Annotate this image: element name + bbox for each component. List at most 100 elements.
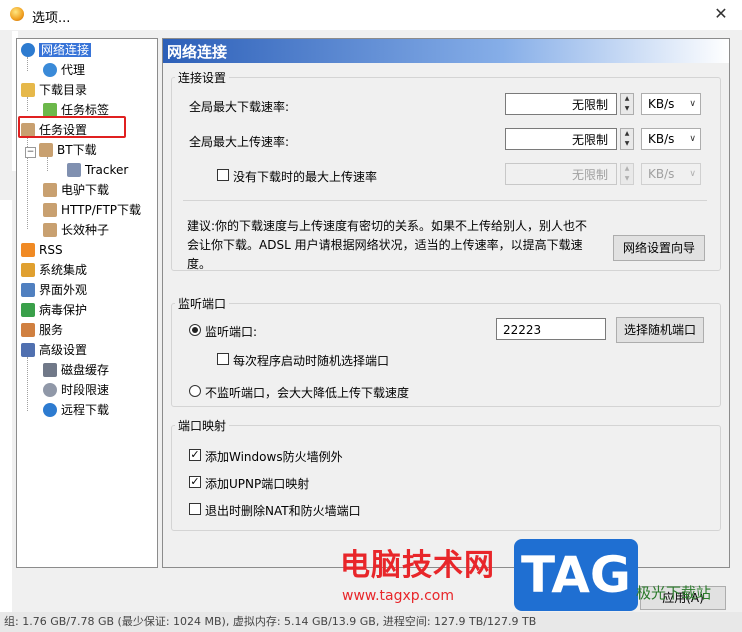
tree-item-disk-cache[interactable]: 磁盘缓存	[43, 361, 109, 379]
max-upload-spinner[interactable]: ▲ ▼	[620, 128, 634, 150]
random-on-start-label: 每次程序启动时随机选择端口	[233, 354, 390, 368]
panel-title: 网络连接	[167, 43, 228, 61]
divider	[183, 200, 707, 201]
app-logo-icon	[10, 7, 24, 21]
spin-up-icon[interactable]: ▲	[621, 164, 633, 174]
tree-item-label: 代理	[61, 63, 86, 77]
tree-item-label: RSS	[39, 243, 63, 257]
listen-port-group-title: 监听端口	[175, 295, 230, 312]
upnp-checkbox[interactable]: ✓	[189, 476, 201, 488]
listen-port-radio[interactable]	[189, 324, 201, 336]
upnp-label: 添加UPNP端口映射	[205, 477, 310, 491]
clock-icon	[43, 383, 57, 397]
settings-panel: 网络连接 连接设置 全局最大下载速率: 无限制 ▲ ▼ KB/s ∨ 全局最大上传速…	[162, 38, 730, 568]
max-download-input[interactable]: 无限制	[505, 93, 617, 115]
tree-item-label: 任务标签	[61, 103, 110, 117]
tree-item-label: 病毒保护	[39, 303, 88, 317]
tag-icon	[43, 103, 57, 117]
tree-item-long-seed[interactable]: 长效种子	[43, 221, 109, 239]
firewall-label: 添加Windows防火墙例外	[205, 450, 343, 464]
tree-item-label: 远程下载	[61, 403, 110, 417]
random-port-button[interactable]: 选择随机端口	[616, 317, 704, 343]
watermark-url: www.tagxp.com	[342, 588, 454, 604]
max-download-spinner[interactable]: ▲ ▼	[620, 93, 634, 115]
tree-item-download-dir[interactable]: 下载目录	[21, 81, 87, 99]
people-icon	[21, 323, 35, 337]
idle-upload-unit-select[interactable]: KB/s ∨	[641, 163, 701, 185]
tree-item-appearance[interactable]: 界面外观	[21, 281, 87, 299]
highlight-box	[18, 116, 126, 138]
advice-text: 建议:你的下载速度与上传速度有密切的关系。如果不上传给别人，别人也不 会让你下载…	[187, 217, 587, 274]
globe-icon	[43, 403, 57, 417]
idle-upload-checkbox[interactable]	[217, 169, 229, 181]
tree-item-label: 长效种子	[61, 223, 110, 237]
clipboard-icon	[39, 143, 53, 157]
tree-item-proxy[interactable]: 代理	[43, 61, 85, 79]
random-on-start-checkbox[interactable]	[217, 353, 229, 365]
max-upload-input[interactable]: 无限制	[505, 128, 617, 150]
spin-down-icon[interactable]: ▼	[621, 139, 633, 149]
close-button[interactable]: ✕	[710, 3, 732, 25]
puzzle-icon	[21, 263, 35, 277]
max-upload-label: 全局最大上传速率:	[189, 135, 290, 149]
tree-item-label: 高级设置	[39, 343, 88, 357]
title-bar: 选项... ✕	[0, 0, 742, 30]
tree-item-emule[interactable]: 电驴下载	[43, 181, 109, 199]
tree-item-virus-protection[interactable]: 病毒保护	[21, 301, 87, 319]
collapse-toggle-icon[interactable]: −	[25, 147, 36, 158]
background-window-strip	[0, 200, 12, 620]
status-bar: 组: 1.76 GB/7.78 GB (最少保证: 1024 MB), 虚拟内存…	[0, 612, 742, 632]
port-mapping-group-title: 端口映射	[175, 417, 230, 434]
tree-connector	[47, 157, 48, 171]
tree-connector	[27, 357, 28, 411]
tree-item-label: 界面外观	[39, 283, 88, 297]
rss-icon	[21, 243, 35, 257]
spin-down-icon[interactable]: ▼	[621, 104, 633, 114]
chevron-down-icon: ∨	[689, 99, 696, 109]
idle-upload-spinner[interactable]: ▲ ▼	[620, 163, 634, 185]
port-input[interactable]: 22223	[496, 318, 606, 340]
spin-up-icon[interactable]: ▲	[621, 129, 633, 139]
tree-item-advanced[interactable]: 高级设置	[21, 341, 87, 359]
window-title: 选项...	[32, 11, 71, 26]
spin-up-icon[interactable]: ▲	[621, 94, 633, 104]
tree-item-system-integration[interactable]: 系统集成	[21, 261, 87, 279]
tree-item-time-limit[interactable]: 时段限速	[43, 381, 109, 399]
remove-nat-label: 退出时删除NAT和防火墙端口	[205, 504, 361, 518]
tree-item-label: 时段限速	[61, 383, 110, 397]
tree-item-rss[interactable]: RSS	[21, 241, 63, 259]
tree-item-label: BT下载	[57, 143, 97, 157]
window-icon	[21, 283, 35, 297]
max-upload-unit-select[interactable]: KB/s ∨	[641, 128, 701, 150]
server-icon	[67, 163, 81, 177]
watermark-tag-logo: TAG	[514, 539, 638, 611]
remove-nat-checkbox[interactable]	[189, 503, 201, 515]
spin-down-icon[interactable]: ▼	[621, 174, 633, 184]
tree-item-service[interactable]: 服务	[21, 321, 63, 339]
tree-item-bt-download[interactable]: − BT下载	[25, 141, 97, 159]
tree-item-tracker[interactable]: Tracker	[67, 161, 128, 179]
tree-item-label: 电驴下载	[61, 183, 110, 197]
no-listen-radio[interactable]	[189, 385, 201, 397]
globe-icon	[21, 43, 35, 57]
tree-item-http-ftp[interactable]: HTTP/FTP下载	[43, 201, 141, 219]
firewall-checkbox[interactable]: ✓	[189, 449, 201, 461]
globe-icon	[43, 63, 57, 77]
tree-item-network[interactable]: 网络连接	[21, 41, 92, 59]
tree-item-label: 网络连接	[39, 43, 92, 57]
listen-port-label: 监听端口:	[205, 325, 258, 339]
max-download-unit-select[interactable]: KB/s ∨	[641, 93, 701, 115]
idle-upload-input[interactable]: 无限制	[505, 163, 617, 185]
max-download-label: 全局最大下载速率:	[189, 100, 290, 114]
folder-icon	[21, 83, 35, 97]
tree-item-remote-download[interactable]: 远程下载	[43, 401, 109, 419]
shield-icon	[21, 303, 35, 317]
panel-header: 网络连接	[163, 39, 729, 63]
tree-item-label: 下载目录	[39, 83, 88, 97]
network-wizard-button[interactable]: 网络设置向导	[613, 235, 705, 261]
settings-window-icon	[21, 343, 35, 357]
watermark-site: 极光下载站	[636, 584, 712, 602]
tree-item-label: HTTP/FTP下载	[61, 203, 142, 217]
unit-value: KB/s	[648, 97, 675, 111]
advice-line: 会让你下载。ADSL 用户请根据网络状况，适当的上传速率，以提高下载速	[187, 238, 583, 252]
